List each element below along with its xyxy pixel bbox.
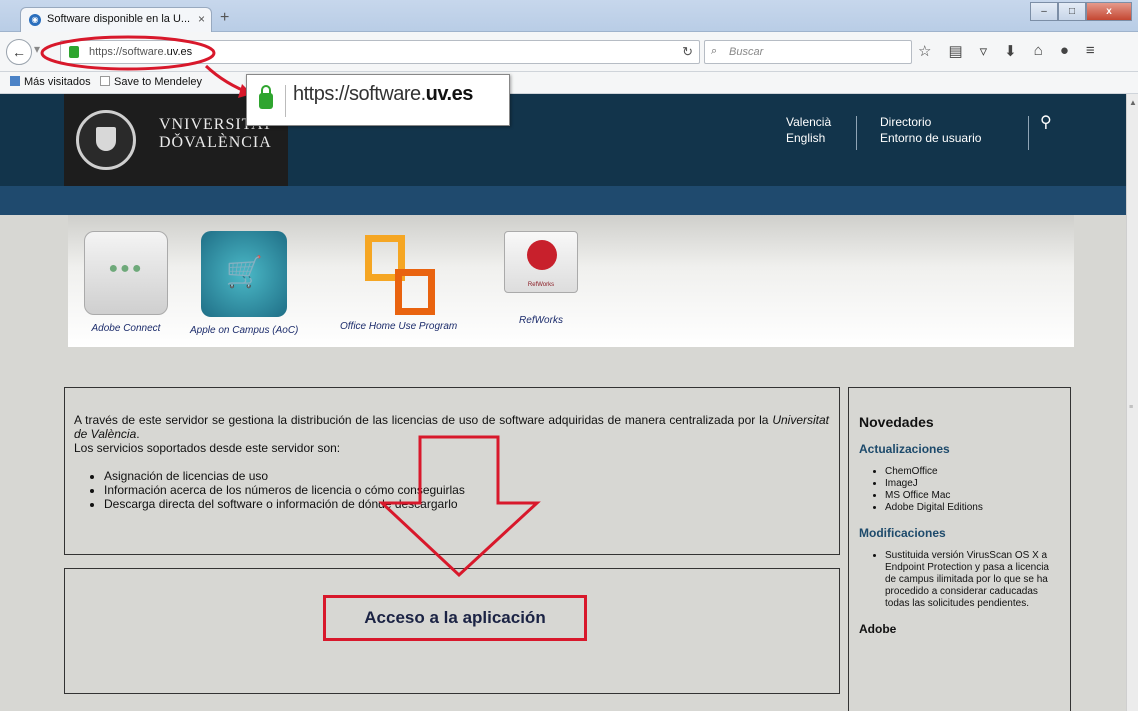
user-menu: Directorio Entorno de usuario xyxy=(880,114,981,146)
history-dropdown-icon[interactable]: ▾ xyxy=(34,42,40,56)
uv-favicon-icon: ◉ xyxy=(29,14,41,26)
browser-tab[interactable]: ◉ Software disponible en la U... × xyxy=(20,7,212,33)
home-icon[interactable]: ⌂ xyxy=(1034,42,1043,60)
chat-icon[interactable]: ● xyxy=(1060,42,1069,60)
list-item: Sustituida versión VirusScan OS X a Endp… xyxy=(885,550,1052,610)
url-text[interactable]: https://software.uv.es xyxy=(89,46,192,58)
download-icon[interactable]: ⬇ xyxy=(1004,42,1017,60)
search-input[interactable]: ⌕ Buscar xyxy=(704,40,912,64)
url-bar[interactable]: https://software.uv.es ↻ xyxy=(60,40,700,64)
bookmark-star-icon[interactable]: ☆ xyxy=(918,42,931,60)
bookmark-most-visited[interactable]: Más visitados xyxy=(10,76,91,88)
apps-panel: Adobe Connect Apple on Campus (AoC) Offi… xyxy=(68,215,1074,347)
lock-icon xyxy=(69,46,79,58)
list-item: Descarga directa del software o informac… xyxy=(104,497,829,511)
list-item: Información acerca de los números de lic… xyxy=(104,483,829,497)
app-label: RefWorks xyxy=(519,315,563,326)
menu-icon[interactable]: ≡ xyxy=(1086,42,1095,60)
app-label: Adobe Connect xyxy=(91,323,161,334)
modifications-list: Sustituida versión VirusScan OS X a Endp… xyxy=(859,550,1060,610)
browser-title-bar: ◉ Software disponible en la U... × + – □… xyxy=(0,0,1138,33)
callout-divider xyxy=(285,85,286,117)
web-page: VNIVERSITAT DǑVALÈNCIA Valencià English … xyxy=(0,94,1126,711)
scroll-grip-icon[interactable]: ≡ xyxy=(1129,404,1133,411)
toolbar-icons: ☆ ▤ ▿ ⬇ ⌂ ● ≡ xyxy=(918,42,1095,60)
refworks-icon: RefWorks xyxy=(504,231,578,293)
adobe-heading: Adobe xyxy=(859,622,897,636)
office-icon xyxy=(359,231,439,315)
university-seal-icon xyxy=(76,110,136,170)
url-prefix: https://software. xyxy=(89,46,167,58)
apple-on-campus-icon xyxy=(201,231,288,317)
search-placeholder: Buscar xyxy=(729,46,764,58)
entorno-usuario-link[interactable]: Entorno de usuario xyxy=(880,130,981,146)
intro-end: . xyxy=(136,427,140,441)
folder-icon xyxy=(10,76,20,86)
app-adobe-connect[interactable]: Adobe Connect xyxy=(84,231,168,334)
bookmark-label: Save to Mendeley xyxy=(114,76,203,88)
bookmark-save-to-mendeley[interactable]: Save to Mendeley xyxy=(100,76,202,88)
url-domain: uv.es xyxy=(166,46,193,58)
header-divider xyxy=(856,116,857,150)
bookmark-label: Más visitados xyxy=(24,76,91,88)
refworks-icon-word: RefWorks xyxy=(527,282,555,288)
callout-url-domain: uv.es xyxy=(425,83,474,105)
back-button[interactable]: ← xyxy=(6,39,32,65)
app-office-home-use[interactable]: Office Home Use Program xyxy=(340,231,457,332)
callout-url-prefix: https://software. xyxy=(293,83,426,105)
logo-line-2: DǑVALÈNCIA xyxy=(159,134,272,151)
lock-icon xyxy=(259,85,273,109)
search-icon: ⌕ xyxy=(711,45,718,57)
directorio-link[interactable]: Directorio xyxy=(880,114,981,130)
site-search-icon[interactable]: ⚲ xyxy=(1040,112,1052,132)
access-app-link[interactable]: Acceso a la aplicación xyxy=(323,595,587,641)
list-item: ChemOffice xyxy=(885,466,1060,478)
close-window-button[interactable]: x xyxy=(1086,2,1132,21)
list-item: MS Office Mac xyxy=(885,490,1060,502)
pocket-icon[interactable]: ▿ xyxy=(980,42,988,60)
bookmarks-toolbar: Más visitados Save to Mendeley xyxy=(0,72,1138,94)
scroll-up-icon[interactable]: ▲ xyxy=(1129,98,1137,107)
adobe-connect-icon xyxy=(84,231,168,315)
tab-close-icon[interactable]: × xyxy=(198,12,205,26)
page-scrollbar[interactable]: ▲ ≡ xyxy=(1126,94,1138,711)
page-icon xyxy=(100,76,110,86)
tab-title: Software disponible en la U... xyxy=(47,13,191,25)
intro-text: A través de este servidor se gestiona la… xyxy=(74,413,773,427)
bookmarks-list-icon[interactable]: ▤ xyxy=(948,42,962,60)
list-item: Adobe Digital Editions xyxy=(885,502,1060,514)
lang-english-link[interactable]: English xyxy=(786,130,831,146)
app-apple-on-campus[interactable]: Apple on Campus (AoC) xyxy=(190,231,298,336)
modifications-heading: Modificaciones xyxy=(859,526,946,540)
callout-url: https://software.uv.es xyxy=(293,83,473,106)
header-band xyxy=(0,186,1126,215)
updates-list: ChemOffice ImageJ MS Office Mac Adobe Di… xyxy=(859,466,1060,514)
maximize-button[interactable]: □ xyxy=(1058,2,1086,21)
app-label: Office Home Use Program xyxy=(340,321,458,332)
services-list: Asignación de licencias de uso Informaci… xyxy=(74,469,829,511)
list-item: ImageJ xyxy=(885,478,1060,490)
new-tab-button[interactable]: + xyxy=(220,9,229,27)
navigation-toolbar: ← ▾ https://software.uv.es ↻ ⌕ Buscar ☆ … xyxy=(0,32,1138,72)
language-menu: Valencià English xyxy=(786,114,831,146)
services-intro: Los servicios soportados desde este serv… xyxy=(74,441,341,455)
url-zoom-callout: https://software.uv.es xyxy=(246,74,510,126)
app-refworks[interactable]: RefWorks RefWorks xyxy=(504,231,578,326)
access-box: Acceso a la aplicación xyxy=(64,568,840,694)
list-item: Asignación de licencias de uso xyxy=(104,469,829,483)
updates-heading: Actualizaciones xyxy=(859,442,950,456)
back-arrow-icon: ← xyxy=(12,44,26,60)
intro-box: A través de este servidor se gestiona la… xyxy=(64,387,840,555)
news-sidebar: Novedades Actualizaciones ChemOffice Ima… xyxy=(848,387,1071,711)
app-label: Apple on Campus (AoC) xyxy=(190,325,299,336)
reload-icon[interactable]: ↻ xyxy=(682,44,693,60)
window-controls: – □ x xyxy=(1030,2,1132,22)
site-header: VNIVERSITAT DǑVALÈNCIA Valencià English … xyxy=(0,94,1126,186)
news-title: Novedades xyxy=(859,414,934,430)
lang-valencia-link[interactable]: Valencià xyxy=(786,114,831,130)
header-divider xyxy=(1028,116,1029,150)
minimize-button[interactable]: – xyxy=(1030,2,1058,21)
